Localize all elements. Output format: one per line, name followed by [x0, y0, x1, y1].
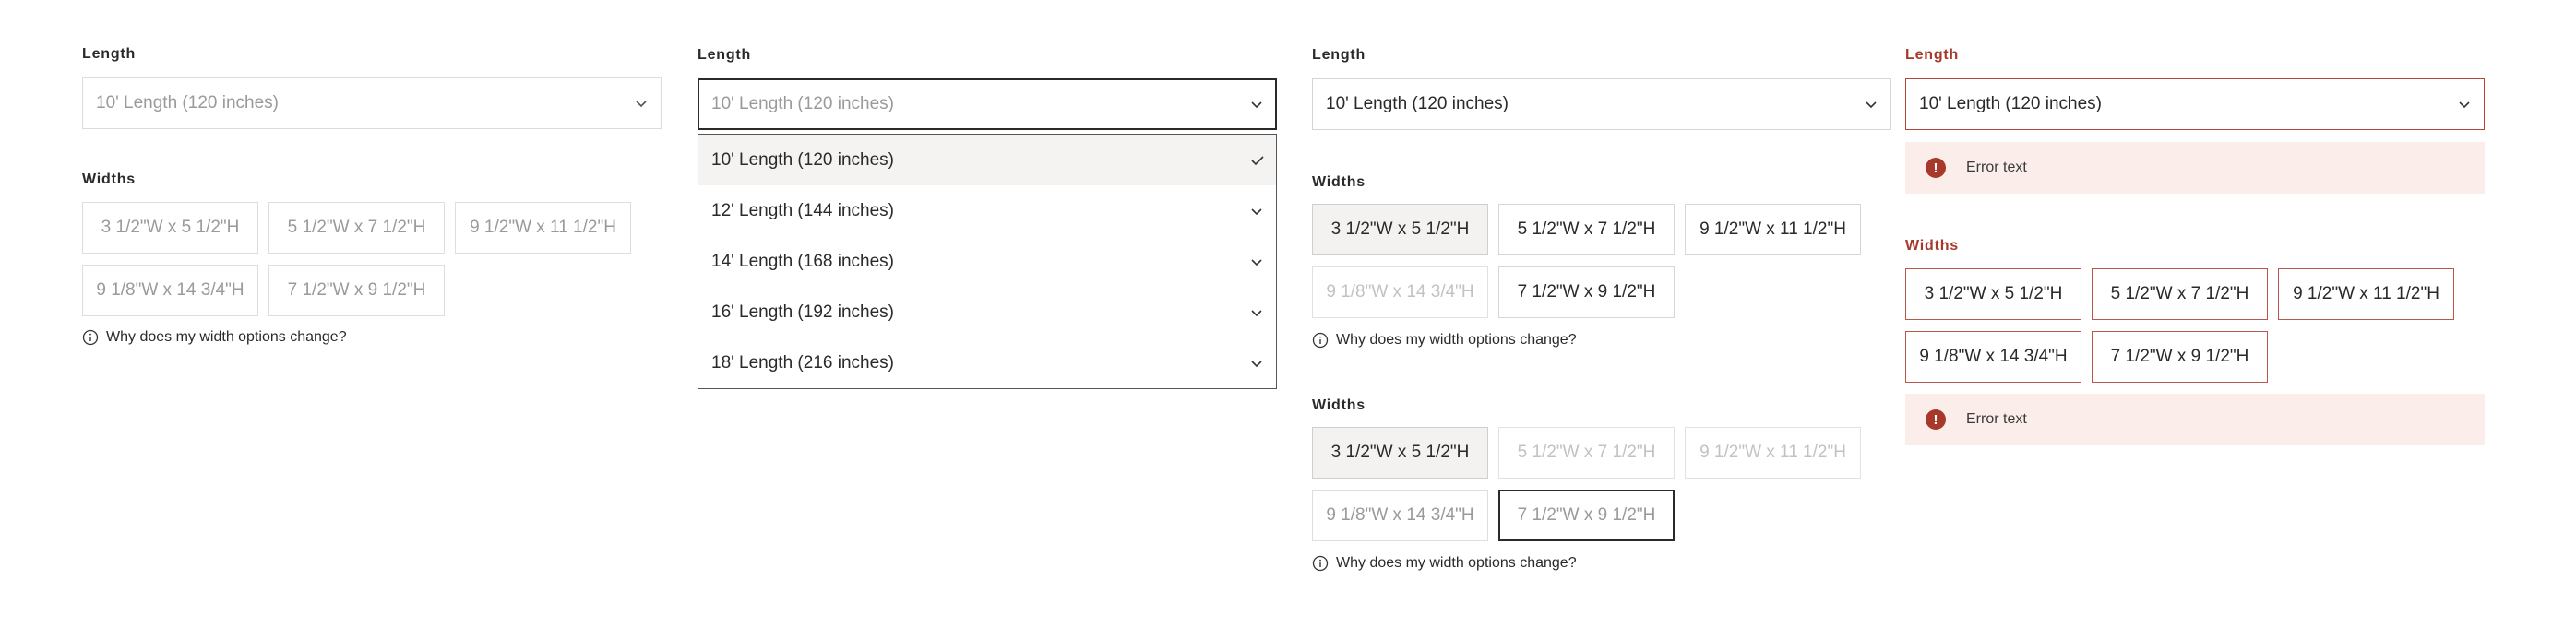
- error-icon: !: [1926, 158, 1946, 178]
- width-option-selected[interactable]: 3 1/2"W x 5 1/2"H: [1312, 204, 1488, 255]
- widths-label: Widths: [82, 172, 136, 187]
- width-option-error[interactable]: 5 1/2"W x 7 1/2"H: [2092, 268, 2268, 320]
- length-select-value: 10' Length (120 inches): [96, 93, 279, 112]
- length-option[interactable]: 10' Length (120 inches): [698, 135, 1276, 185]
- length-label-error: Length: [1905, 47, 1960, 63]
- width-option-disabled: 9 1/8"W x 14 3/4"H: [1312, 490, 1488, 541]
- info-icon: [1312, 332, 1329, 349]
- option-label: 12' Length (144 inches): [711, 200, 894, 220]
- length-option[interactable]: 18' Length (216 inches): [698, 337, 1276, 388]
- length-select-value: 10' Length (120 inches): [711, 94, 894, 113]
- width-option-error[interactable]: 9 1/8"W x 14 3/4"H: [1905, 331, 2081, 383]
- width-option-disabled: 9 1/2"W x 11 1/2"H: [1685, 427, 1861, 479]
- widths-label: Widths: [1312, 174, 1366, 190]
- chevron-down-icon: [2458, 98, 2471, 111]
- chevron-down-icon: [1250, 255, 1263, 268]
- length-label: Length: [698, 47, 752, 63]
- chevron-down-icon: [635, 97, 648, 110]
- info-icon: [82, 329, 99, 346]
- width-option[interactable]: 7 1/2"W x 9 1/2"H: [1498, 266, 1675, 318]
- length-option[interactable]: 12' Length (144 inches): [698, 185, 1276, 236]
- error-text: Error text: [1966, 411, 2027, 427]
- option-label: 16' Length (192 inches): [711, 302, 894, 322]
- width-option[interactable]: 5 1/2"W x 7 1/2"H: [1498, 204, 1675, 255]
- info-icon: [1312, 555, 1329, 572]
- chevron-down-icon: [1865, 98, 1878, 111]
- length-select[interactable]: 10' Length (120 inches): [698, 78, 1277, 130]
- width-help-link[interactable]: Why does my width options change?: [82, 329, 347, 346]
- option-label: 18' Length (216 inches): [711, 352, 894, 373]
- width-help-link[interactable]: Why does my width options change?: [1312, 555, 1577, 572]
- error-icon: !: [1926, 409, 1946, 430]
- chevron-down-icon: [1250, 98, 1263, 111]
- length-select-value: 10' Length (120 inches): [1326, 94, 1509, 113]
- error-message: ! Error text: [1905, 142, 2485, 194]
- length-option[interactable]: 14' Length (168 inches): [698, 236, 1276, 287]
- length-select-value: 10' Length (120 inches): [1919, 94, 2102, 113]
- width-option[interactable]: 9 1/2"W x 11 1/2"H: [1685, 204, 1861, 255]
- width-option[interactable]: 7 1/2"W x 9 1/2"H: [268, 265, 445, 316]
- error-text: Error text: [1966, 160, 2027, 175]
- option-label: 14' Length (168 inches): [711, 251, 894, 271]
- error-message: ! Error text: [1905, 394, 2485, 445]
- chevron-down-icon: [1250, 306, 1263, 319]
- check-icon: [1250, 154, 1264, 167]
- option-label: 10' Length (120 inches): [711, 149, 894, 170]
- length-option[interactable]: 16' Length (192 inches): [698, 287, 1276, 337]
- help-text: Why does my width options change?: [1336, 332, 1577, 348]
- width-option-selected[interactable]: 3 1/2"W x 5 1/2"H: [1312, 427, 1488, 479]
- length-label: Length: [1312, 47, 1366, 63]
- length-select[interactable]: 10' Length (120 inches): [1312, 78, 1891, 130]
- widths-label-error: Widths: [1905, 238, 1959, 254]
- width-option[interactable]: 5 1/2"W x 7 1/2"H: [268, 202, 445, 254]
- chevron-down-icon: [1250, 205, 1263, 218]
- width-option[interactable]: 3 1/2"W x 5 1/2"H: [82, 202, 258, 254]
- length-label: Length: [82, 46, 137, 62]
- width-option-disabled: 5 1/2"W x 7 1/2"H: [1498, 427, 1675, 479]
- length-select[interactable]: 10' Length (120 inches): [82, 77, 662, 129]
- width-option-disabled: 9 1/8"W x 14 3/4"H: [1312, 266, 1488, 318]
- chevron-down-icon: [1250, 357, 1263, 370]
- width-option-error[interactable]: 7 1/2"W x 9 1/2"H: [2092, 331, 2268, 383]
- length-dropdown-menu: 10' Length (120 inches) 12' Length (144 …: [698, 134, 1277, 389]
- help-text: Why does my width options change?: [1336, 555, 1577, 571]
- widths-label: Widths: [1312, 397, 1366, 413]
- help-text: Why does my width options change?: [106, 329, 347, 345]
- width-option-error[interactable]: 3 1/2"W x 5 1/2"H: [1905, 268, 2081, 320]
- width-option-focused[interactable]: 7 1/2"W x 9 1/2"H: [1498, 490, 1675, 541]
- width-option[interactable]: 9 1/2"W x 11 1/2"H: [455, 202, 631, 254]
- width-help-link[interactable]: Why does my width options change?: [1312, 332, 1577, 349]
- length-select-error[interactable]: 10' Length (120 inches): [1905, 78, 2485, 130]
- width-option[interactable]: 9 1/8"W x 14 3/4"H: [82, 265, 258, 316]
- width-option-error[interactable]: 9 1/2"W x 11 1/2"H: [2278, 268, 2454, 320]
